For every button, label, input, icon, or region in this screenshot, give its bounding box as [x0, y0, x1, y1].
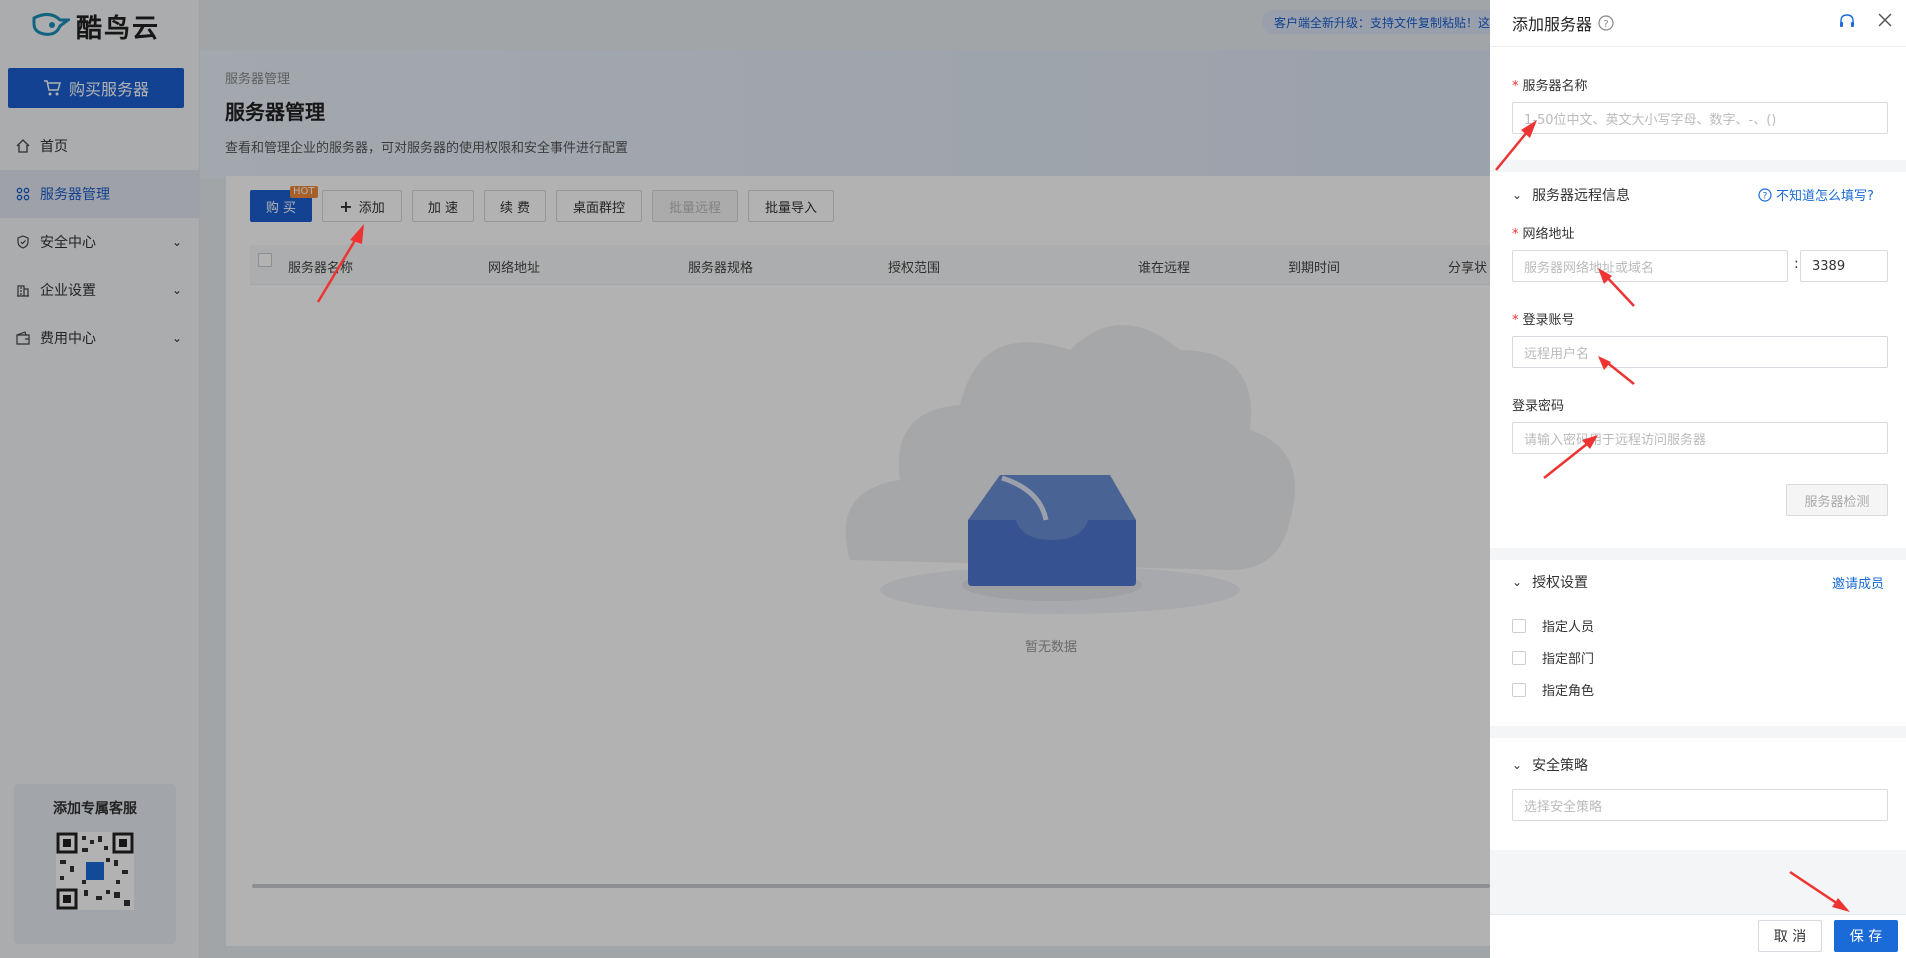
arrow-icon: [1495, 120, 1537, 171]
arrow-icon: [1598, 356, 1635, 385]
arrow-icon: [1598, 268, 1635, 307]
arrow-icon: [1543, 435, 1598, 479]
annotation-arrows: [316, 120, 1850, 912]
arrow-icon: [1789, 870, 1850, 912]
arrow-icon: [316, 224, 364, 303]
